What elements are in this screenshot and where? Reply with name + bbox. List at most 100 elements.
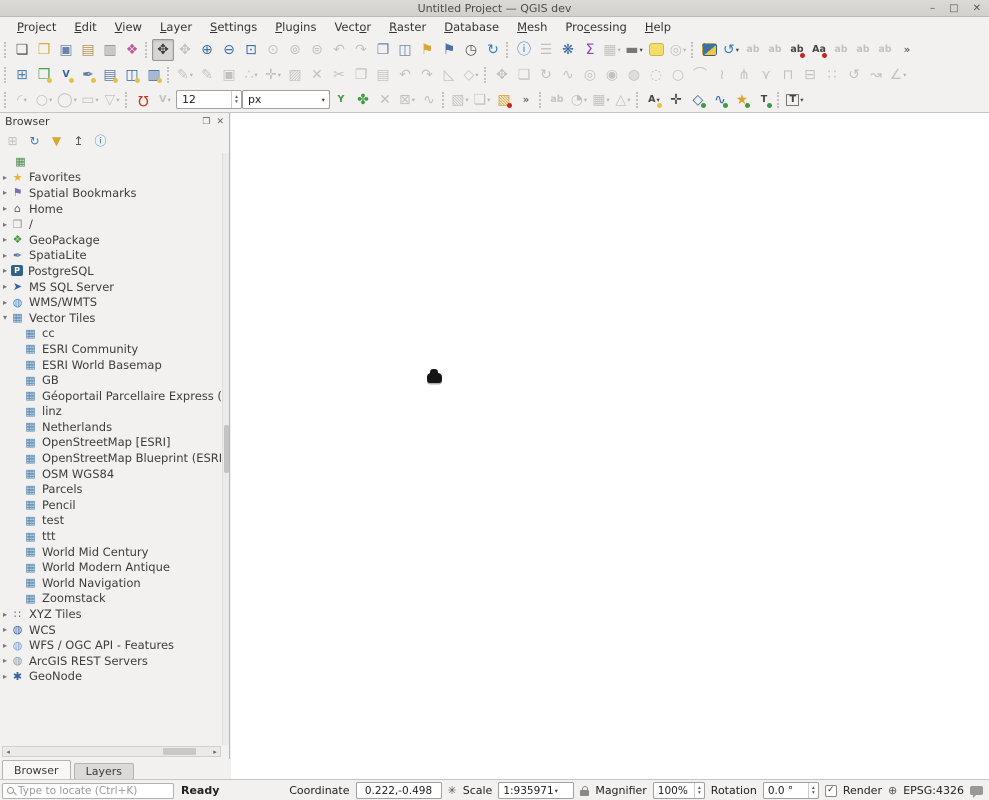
render-checkbox[interactable]: ✓ <box>825 785 837 797</box>
browser-item-project-home[interactable]: ▦ <box>0 154 229 170</box>
zoom-full[interactable]: ⊡ <box>240 39 262 61</box>
menu-mesh[interactable]: Mesh <box>508 18 556 36</box>
snapping-tolerance[interactable]: 12▴▾ <box>176 90 242 109</box>
toolbar-handle[interactable] <box>145 42 148 58</box>
expander-icon[interactable]: ▸ <box>0 656 11 665</box>
browser-item-favorites[interactable]: ▸★Favorites <box>0 170 229 186</box>
browser-item-cc[interactable]: ▦cc <box>0 326 229 342</box>
toolbar-handle[interactable] <box>691 42 694 58</box>
expander-icon[interactable]: ▸ <box>0 298 11 307</box>
text-annotation-tool[interactable]: T▾ <box>784 89 806 111</box>
menu-processing[interactable]: Processing <box>556 18 635 36</box>
new-map-view[interactable]: ❐ <box>372 39 394 61</box>
show-hidden-labels[interactable]: ab <box>786 39 808 61</box>
scroll-left-icon[interactable]: ◂ <box>3 748 13 756</box>
locator-input[interactable] <box>18 785 169 797</box>
browser-item-pencil[interactable]: ▦Pencil <box>0 497 229 513</box>
menu-vector[interactable]: Vector <box>325 18 380 36</box>
expander-icon[interactable]: ▸ <box>0 235 11 244</box>
browser-item-item[interactable]: ▸❒/ <box>0 216 229 232</box>
text-annotation[interactable]: T <box>753 89 775 111</box>
browser-item-test[interactable]: ▦test <box>0 513 229 529</box>
menu-database[interactable]: Database <box>435 18 508 36</box>
toolbar-handle[interactable] <box>636 92 639 108</box>
new-mesh-layer[interactable]: ◫ <box>121 64 143 86</box>
toolbar-handle[interactable] <box>506 42 509 58</box>
show-spatial-bookmarks[interactable]: ⚑ <box>438 39 460 61</box>
browser-item-world-modern-antique[interactable]: ▦World Modern Antique <box>0 559 229 575</box>
browser-item-vector-tiles[interactable]: ▾▦Vector Tiles <box>0 310 229 326</box>
expander-icon[interactable]: ▸ <box>0 641 11 650</box>
spinner-arrows-icon[interactable]: ▴▾ <box>694 783 704 798</box>
save-project[interactable]: ▣ <box>55 39 77 61</box>
filter-browser[interactable]: ▼ <box>47 132 66 151</box>
toolbar-handle[interactable] <box>484 67 487 83</box>
lock-scale-icon[interactable] <box>580 790 589 796</box>
browser-item-netherlands[interactable]: ▦Netherlands <box>0 419 229 435</box>
zoom-in[interactable]: ⊕ <box>196 39 218 61</box>
processing-toolbox[interactable]: ❋ <box>557 39 579 61</box>
browser-item-world-navigation[interactable]: ▦World Navigation <box>0 575 229 591</box>
toolbar-handle[interactable] <box>4 67 7 83</box>
expander-icon[interactable]: ▾ <box>0 313 11 322</box>
browser-item-g-oportail-parcellaire-express-style-noir[interactable]: ▦Géoportail Parcellaire Express (style n… <box>0 388 229 404</box>
browser-item-ttt[interactable]: ▦ttt <box>0 528 229 544</box>
identify-features[interactable]: ⓘ <box>513 39 535 61</box>
coordinate-input[interactable] <box>356 782 442 799</box>
menu-settings[interactable]: Settings <box>201 18 266 36</box>
new-spatialite-layer[interactable]: ✒ <box>77 64 99 86</box>
browser-item-spatialite[interactable]: ▸✒SpatiaLite <box>0 248 229 264</box>
toolbar-handle[interactable] <box>4 92 7 108</box>
new-3d-map-view[interactable]: ◫ <box>394 39 416 61</box>
browser-item-openstreetmap-blueprint-esri[interactable]: ▦OpenStreetMap Blueprint (ESRI) <box>0 450 229 466</box>
browser-horizontal-scrollbar[interactable]: ◂ ▸ <box>2 746 221 757</box>
expander-icon[interactable]: ▸ <box>0 672 11 681</box>
browser-item-postgresql[interactable]: ▸PPostgreSQL <box>0 263 229 279</box>
refresh-map[interactable]: ↻ <box>482 39 504 61</box>
deselect-all[interactable]: ▧ <box>493 89 515 111</box>
new-virtual-layer[interactable]: ▥ <box>143 64 165 86</box>
menu-raster[interactable]: Raster <box>380 18 435 36</box>
menu-help[interactable]: Help <box>636 18 680 36</box>
browser-item-spatial-bookmarks[interactable]: ▸⚑Spatial Bookmarks <box>0 185 229 201</box>
browser-item-osm-wgs84[interactable]: ▦OSM WGS84 <box>0 466 229 482</box>
select-annotation[interactable]: ✛ <box>665 89 687 111</box>
marker-annotation[interactable]: ★ <box>731 89 753 111</box>
crs-label[interactable]: EPSG:4326 <box>903 784 964 797</box>
style-manager[interactable]: ❖ <box>121 39 143 61</box>
change-label-case[interactable]: Aa <box>808 39 830 61</box>
open-project[interactable]: ❒ <box>33 39 55 61</box>
browser-vertical-scrollbar[interactable] <box>222 153 229 745</box>
browser-item-esri-world-basemap[interactable]: ▦ESRI World Basemap <box>0 357 229 373</box>
new-annotation-layer[interactable]: A▾ <box>643 89 665 111</box>
toolbar-handle[interactable] <box>777 92 780 108</box>
new-print-layout[interactable]: ▥ <box>99 39 121 61</box>
rotation-spinbox[interactable]: 0.0 ° ▴▾ <box>763 782 819 799</box>
new-temporary-scratch-layer[interactable]: ▤ <box>99 64 121 86</box>
expander-icon[interactable]: ▸ <box>0 625 11 634</box>
extents-toggle-icon[interactable]: ✳ <box>448 785 457 796</box>
expander-icon[interactable]: ▸ <box>0 282 11 291</box>
toolbar-handle[interactable] <box>539 92 542 108</box>
expander-icon[interactable]: ▸ <box>0 266 11 275</box>
toolbar-handle[interactable] <box>125 92 128 108</box>
minimize-button[interactable]: – <box>930 4 935 14</box>
pan-map[interactable]: ✥ <box>152 39 174 61</box>
manage-plugins[interactable]: ↺▾ <box>720 39 742 61</box>
browser-item-world-mid-century[interactable]: ▦World Mid Century <box>0 544 229 560</box>
layout-manager[interactable]: ▤ <box>77 39 99 61</box>
polygon-annotation[interactable]: ◇ <box>687 89 709 111</box>
zoom-out[interactable]: ⊖ <box>218 39 240 61</box>
browser-item-ms-sql-server[interactable]: ▸➤MS SQL Server <box>0 279 229 295</box>
snapping-on-intersection[interactable]: ✤ <box>352 89 374 111</box>
panel-close-icon[interactable]: ✕ <box>216 117 224 127</box>
browser-item-openstreetmap-esri[interactable]: ▦OpenStreetMap [ESRI] <box>0 435 229 451</box>
statistical-summary[interactable]: Σ <box>579 39 601 61</box>
new-geopackage-layer[interactable]: ❒ <box>33 64 55 86</box>
properties-widget[interactable]: ⓘ <box>91 132 110 151</box>
browser-item-gb[interactable]: ▦GB <box>0 372 229 388</box>
spinner-arrows-icon[interactable]: ▴▾ <box>808 783 818 798</box>
new-spatial-bookmark[interactable]: ⚑ <box>416 39 438 61</box>
toolbar-handle[interactable] <box>442 92 445 108</box>
browser-item-home[interactable]: ▸⌂Home <box>0 201 229 217</box>
